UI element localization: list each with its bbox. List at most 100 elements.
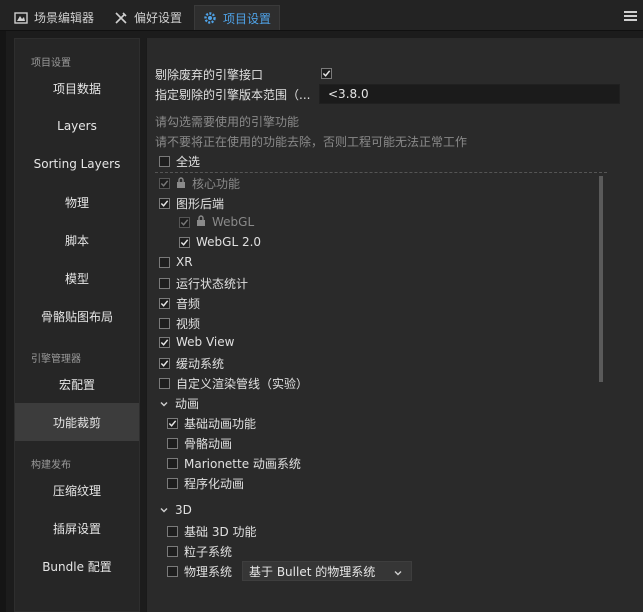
- feature-profiler-row[interactable]: 运行状态统计: [159, 275, 248, 292]
- physics-system-label: 物理系统: [184, 565, 233, 579]
- particle-system-row[interactable]: 粒子系统: [167, 543, 232, 560]
- sidebar-item-scripts[interactable]: 脚本: [15, 221, 139, 259]
- sidebar-item-physics[interactable]: 物理: [15, 183, 139, 221]
- animation-procedural-label: 程序化动画: [184, 477, 245, 491]
- tab-project-settings[interactable]: 项目设置: [194, 5, 281, 30]
- settings-sidebar: 项目设置 项目数据 Layers Sorting Layers 物理 脚本 模型…: [14, 38, 140, 612]
- physics-engine-select-value: 基于 Bullet 的物理系统: [249, 564, 376, 579]
- feature-webview-row[interactable]: Web View: [159, 335, 234, 349]
- lock-icon: [196, 215, 206, 229]
- remove-deprecated-checkbox[interactable]: [321, 68, 332, 79]
- animation-marionette-label: Marionette 动画系统: [184, 457, 301, 471]
- webgl2-checkbox[interactable]: [179, 236, 190, 248]
- version-range-input[interactable]: <3.8.0: [319, 84, 620, 104]
- version-range-label: 指定剔除的引擎版本范围（...: [155, 88, 311, 102]
- animation-procedural-checkbox[interactable]: [167, 478, 178, 489]
- section-engine-manager: 引擎管理器: [31, 354, 81, 365]
- custom-pipeline-checkbox[interactable]: [159, 378, 170, 389]
- divider: [155, 172, 607, 173]
- sidebar-item-layers[interactable]: Layers: [15, 107, 139, 145]
- xr-label: XR: [176, 255, 193, 269]
- sidebar-item-feature-cropping[interactable]: 功能裁剪: [15, 403, 139, 441]
- feature-xr-row[interactable]: XR: [159, 255, 193, 269]
- feature-video-row[interactable]: 视频: [159, 315, 200, 332]
- select-all-label: 全选: [176, 155, 201, 169]
- profiler-label: 运行状态统计: [176, 277, 249, 291]
- animation-basic-label: 基础动画功能: [184, 417, 257, 431]
- select-all-row[interactable]: 全选: [159, 153, 200, 170]
- version-range-row: 指定剔除的引擎版本范围（...: [155, 86, 310, 103]
- feature-cropping-panel: 剔除废弃的引擎接口 指定剔除的引擎版本范围（... <3.8.0 请勾选需要使用…: [146, 38, 643, 612]
- sidebar-item-project-data[interactable]: 项目数据: [15, 69, 139, 107]
- sidebar-item-skeleton-texture-layout[interactable]: 骨骼贴图布局: [15, 297, 139, 335]
- physics-system-checkbox[interactable]: [167, 566, 178, 577]
- scene-editor-icon: [14, 11, 28, 25]
- feature-graphics-row[interactable]: 图形后端: [159, 195, 224, 212]
- remove-deprecated-row: 剔除废弃的引擎接口: [155, 66, 263, 83]
- hint-select-features: 请勾选需要使用的引擎功能: [155, 115, 300, 129]
- animation-basic-checkbox[interactable]: [167, 418, 178, 429]
- webview-label: Web View: [176, 335, 235, 349]
- sidebar-item-macro-config[interactable]: 宏配置: [15, 365, 139, 403]
- physics-engine-select[interactable]: 基于 Bullet 的物理系统: [242, 561, 412, 581]
- webview-checkbox[interactable]: [159, 336, 170, 348]
- sidebar-item-model[interactable]: 模型: [15, 259, 139, 297]
- tab-bar: 场景编辑器 偏好设置 项目设置: [0, 0, 643, 31]
- chevron-down-icon: [393, 567, 403, 581]
- 3d-basic-row[interactable]: 基础 3D 功能: [167, 523, 257, 540]
- group-3d-header[interactable]: 3D: [159, 503, 192, 517]
- xr-checkbox[interactable]: [159, 256, 170, 268]
- profiler-checkbox[interactable]: [159, 278, 170, 289]
- graphics-checkbox[interactable]: [159, 198, 170, 209]
- particle-system-label: 粒子系统: [184, 545, 233, 559]
- animation-skeletal-row[interactable]: 骨骼动画: [167, 435, 232, 452]
- tab-scene-editor[interactable]: 场景编辑器: [6, 5, 102, 30]
- video-checkbox[interactable]: [159, 318, 170, 329]
- animation-procedural-row[interactable]: 程序化动画: [167, 475, 244, 492]
- 3d-basic-checkbox[interactable]: [167, 526, 178, 537]
- core-checkbox: [159, 178, 170, 189]
- particle-system-checkbox[interactable]: [167, 546, 178, 557]
- gear-icon: [203, 11, 217, 25]
- section-build-publish: 构建发布: [31, 460, 71, 471]
- tab-preferences[interactable]: 偏好设置: [106, 5, 190, 30]
- tween-checkbox[interactable]: [159, 358, 170, 369]
- scrollbar-thumb[interactable]: [599, 176, 603, 382]
- chevron-down-icon[interactable]: [159, 505, 169, 515]
- video-label: 视频: [176, 317, 201, 331]
- webgl2-label: WebGL 2.0: [196, 235, 262, 249]
- sidebar-item-sorting-layers[interactable]: Sorting Layers: [15, 145, 139, 183]
- group-3d-title: 3D: [175, 503, 192, 517]
- animation-group-header[interactable]: 动画: [159, 395, 199, 412]
- tools-icon: [114, 11, 128, 25]
- audio-label: 音频: [176, 297, 201, 311]
- left-gutter: [0, 31, 6, 612]
- animation-marionette-row[interactable]: Marionette 动画系统: [167, 455, 301, 472]
- lock-icon: [176, 176, 186, 191]
- custom-pipeline-label: 自定义渲染管线（实验）: [176, 377, 309, 391]
- feature-audio-row[interactable]: 音频: [159, 295, 200, 312]
- physics-system-row[interactable]: 物理系统: [167, 563, 232, 580]
- animation-group-title: 动画: [175, 397, 200, 411]
- sidebar-item-splash-settings[interactable]: 插屏设置: [15, 509, 139, 547]
- audio-checkbox[interactable]: [159, 298, 170, 309]
- webgl-checkbox: [179, 216, 190, 228]
- feature-tween-row[interactable]: 缓动系统: [159, 355, 224, 372]
- feature-webgl2-row[interactable]: WebGL 2.0: [179, 235, 261, 249]
- webgl-label: WebGL: [212, 215, 255, 229]
- core-label: 核心功能: [192, 177, 241, 191]
- sidebar-item-compressed-texture[interactable]: 压缩纹理: [15, 471, 139, 509]
- chevron-down-icon[interactable]: [159, 399, 169, 409]
- feature-custom-pipeline-row[interactable]: 自定义渲染管线（实验）: [159, 375, 308, 392]
- sidebar-item-bundle-config[interactable]: Bundle 配置: [15, 547, 139, 585]
- animation-skeletal-checkbox[interactable]: [167, 438, 178, 449]
- hamburger-menu-icon[interactable]: [624, 10, 637, 22]
- animation-marionette-checkbox[interactable]: [167, 458, 178, 469]
- tween-label: 缓动系统: [176, 357, 225, 371]
- animation-basic-row[interactable]: 基础动画功能: [167, 415, 256, 432]
- select-all-checkbox[interactable]: [159, 156, 170, 167]
- remove-deprecated-label: 剔除废弃的引擎接口: [155, 68, 264, 82]
- 3d-basic-label: 基础 3D 功能: [184, 525, 257, 539]
- section-project-settings: 项目设置: [31, 58, 71, 69]
- graphics-label: 图形后端: [176, 197, 225, 211]
